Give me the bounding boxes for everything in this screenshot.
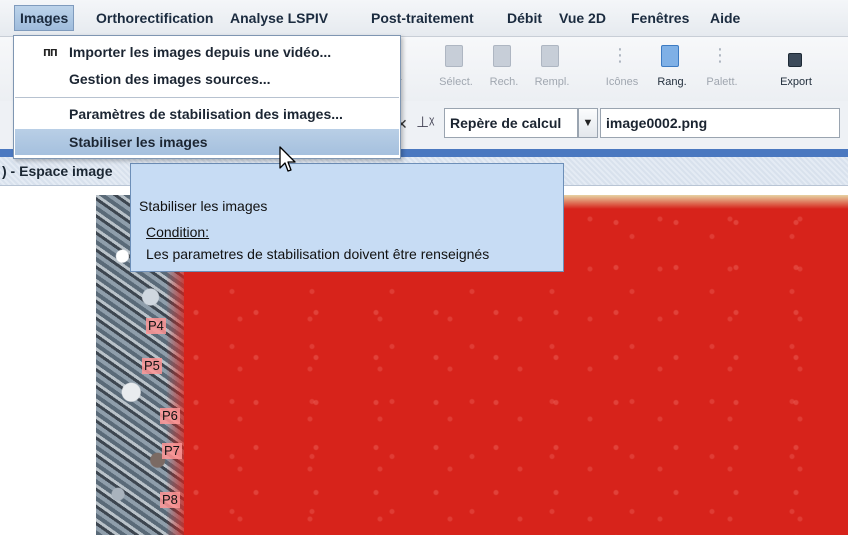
search-label: Rech. <box>489 76 519 88</box>
palette-icon <box>711 45 727 65</box>
point-label[interactable]: P5 <box>142 358 162 374</box>
menu-post-traitement[interactable]: Post-traitement <box>366 6 479 30</box>
export-icon <box>788 53 802 67</box>
icons-icon <box>611 45 627 65</box>
point-label[interactable]: P6 <box>160 408 180 424</box>
tooltip-title: Stabiliser les images <box>139 198 268 214</box>
replace-icon <box>541 45 559 67</box>
select-button[interactable]: Sélect. <box>430 39 482 97</box>
select-icon <box>445 45 463 67</box>
menu-item-stabilize-images[interactable]: Stabiliser les images <box>15 129 399 155</box>
arrange-button[interactable]: Rang. <box>646 39 698 97</box>
menu-item-import-video[interactable]: ᴨᴨ Importer les images depuis une vidéo.… <box>15 39 399 65</box>
menu-bar: Images Orthorectification Analyse LSPIV … <box>0 0 848 37</box>
menu-fenetres[interactable]: Fenêtres <box>626 6 694 30</box>
axes-icon: ⊥ᵡ <box>416 114 435 131</box>
chevron-down-icon[interactable]: ▼ <box>578 108 598 138</box>
menu-item-label: Paramètres de stabilisation des images..… <box>69 106 343 122</box>
menu-orthorectification[interactable]: Orthorectification <box>91 6 218 30</box>
images-dropdown-menu: ᴨᴨ Importer les images depuis une vidéo.… <box>13 35 401 159</box>
palette-label: Palett. <box>706 76 738 88</box>
menu-images[interactable]: Images <box>14 5 75 31</box>
icons-button[interactable]: Icônes <box>596 39 648 97</box>
menu-aide[interactable]: Aide <box>705 6 745 30</box>
tooltip-condition-label: Condition: <box>146 224 210 240</box>
panel-title: ) - Espace image <box>2 163 113 179</box>
arrange-label: Rang. <box>657 76 687 88</box>
export-label: Export <box>780 76 812 88</box>
select-label: Sélect. <box>439 76 473 88</box>
point-label[interactable]: P8 <box>160 492 180 508</box>
icons-label: Icônes <box>605 76 639 88</box>
image-field[interactable]: image0002.png <box>600 108 840 138</box>
search-icon <box>493 45 511 67</box>
menu-separator <box>15 97 399 98</box>
replace-button[interactable]: Rempl. <box>526 39 578 97</box>
menu-vue-2d[interactable]: Vue 2D <box>554 6 611 30</box>
menu-analyse-lspiv[interactable]: Analyse LSPIV <box>225 6 333 30</box>
export-button[interactable]: Export <box>770 39 822 97</box>
menu-item-stabilization-params[interactable]: Paramètres de stabilisation des images..… <box>15 101 399 127</box>
arrange-icon <box>661 45 679 67</box>
menu-item-source-images[interactable]: Gestion des images sources... <box>15 66 399 92</box>
point-label[interactable]: P4 <box>146 318 166 334</box>
mouse-cursor-icon <box>279 146 296 172</box>
tooltip-description: Les parametres de stabilisation doivent … <box>146 246 490 262</box>
film-icon: ᴨᴨ <box>43 44 58 59</box>
menu-item-label: Gestion des images sources... <box>69 71 271 87</box>
tooltip: Stabiliser les images Condition: Les par… <box>130 163 564 272</box>
menu-debit[interactable]: Débit <box>502 6 547 30</box>
menu-item-label: Importer les images depuis une vidéo... <box>69 44 332 60</box>
frame-combo[interactable]: Repère de calcul <box>444 108 578 138</box>
replace-label: Rempl. <box>534 76 570 88</box>
search-button[interactable]: Rech. <box>478 39 530 97</box>
palette-button[interactable]: Palett. <box>696 39 748 97</box>
menu-item-label: Stabiliser les images <box>69 134 208 150</box>
point-label[interactable]: P7 <box>162 443 182 459</box>
